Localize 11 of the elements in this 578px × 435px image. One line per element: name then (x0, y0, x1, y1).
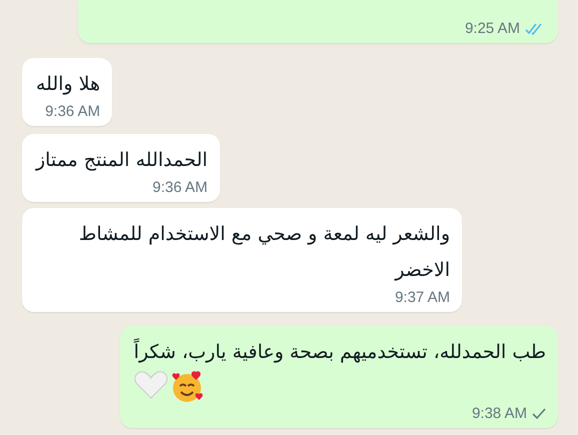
message-text: والشعر ليه لمعة و صحي مع الاستخدام للمشاط الاخضر (78, 222, 450, 283)
message-time: 9:37 AM (394, 288, 450, 308)
message-time: 9:36 AM (152, 178, 208, 198)
smiling-face-icon (170, 370, 204, 404)
message-text: الحمدالله المنتج ممتاز (36, 148, 208, 173)
message-time: 9:25 AM (464, 19, 520, 39)
heart-icon (134, 370, 168, 400)
message-text: هلا والله (36, 72, 100, 97)
message-time: 9:38 AM (472, 404, 527, 424)
message-text: طب الحمدلله، تستخدميهم بصحة وعافية يارب، شكراً (134, 334, 546, 370)
message-time: 9:36 AM (45, 102, 100, 122)
